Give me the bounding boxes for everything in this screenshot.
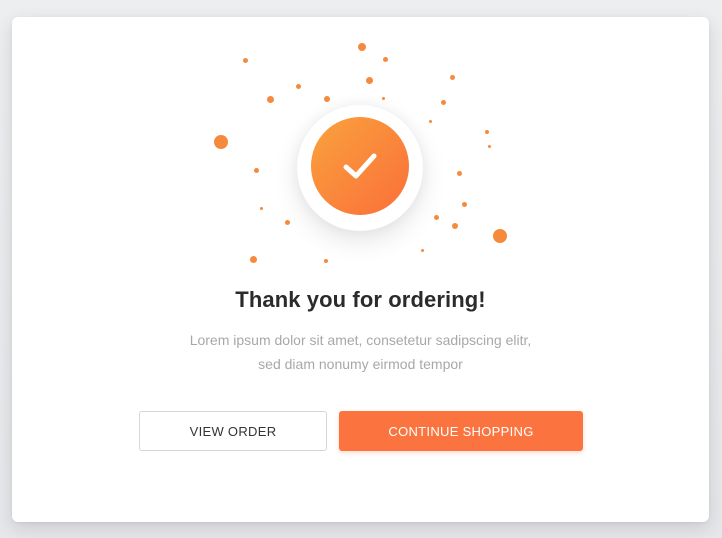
confetti-dot [250, 256, 257, 263]
confetti-dot [429, 120, 432, 123]
confetti-dot [285, 220, 290, 225]
order-confirmation-dialog: Thank you for ordering! Lorem ipsum dolo… [12, 17, 709, 522]
view-order-button[interactable]: VIEW ORDER [139, 411, 327, 451]
confetti-dot [324, 96, 330, 102]
confetti-dot [488, 145, 491, 148]
confetti-dot [296, 84, 301, 89]
confetti-dot [358, 43, 366, 51]
dialog-subtitle-line2: sed diam nonumy eirmod tempor [258, 356, 463, 372]
confetti-dot [243, 58, 248, 63]
confetti-dot [485, 130, 489, 134]
confetti-dot [254, 168, 259, 173]
confetti-dot [441, 100, 446, 105]
confetti-dot [450, 75, 455, 80]
confetti-dot [260, 207, 263, 210]
confetti-dot [383, 57, 388, 62]
confetti-dot [324, 259, 328, 263]
confetti-dot [366, 77, 373, 84]
confetti-dot [214, 135, 228, 149]
confetti-dot [457, 171, 462, 176]
dialog-subtitle-line1: Lorem ipsum dolor sit amet, consetetur s… [189, 332, 532, 348]
continue-shopping-button[interactable]: CONTINUE SHOPPING [339, 411, 583, 451]
confetti-dot [382, 97, 385, 100]
dialog-title: Thank you for ordering! [235, 287, 486, 312]
confetti-dot [421, 249, 424, 252]
confetti-dot [452, 223, 458, 229]
success-badge [311, 117, 409, 215]
checkmark-icon [343, 153, 377, 179]
confetti-dot [267, 96, 274, 103]
confetti-dot [462, 202, 467, 207]
confetti-dot [493, 229, 507, 243]
confetti-dot [434, 215, 439, 220]
